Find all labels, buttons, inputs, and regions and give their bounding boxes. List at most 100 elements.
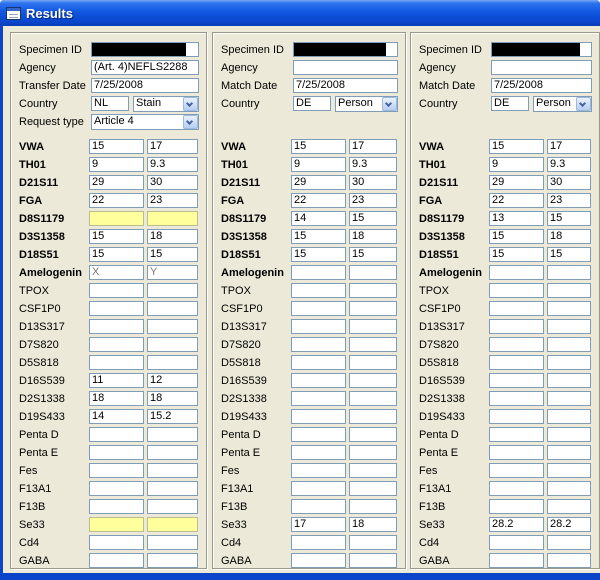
- allele-input[interactable]: [89, 283, 144, 298]
- allele-input[interactable]: [349, 481, 397, 496]
- country-type-combo[interactable]: Person: [533, 96, 592, 112]
- allele-input[interactable]: 18: [349, 229, 397, 244]
- specimen-id-input[interactable]: [293, 42, 398, 57]
- allele-input[interactable]: [291, 373, 346, 388]
- allele-input[interactable]: [147, 481, 198, 496]
- allele-input[interactable]: [147, 355, 198, 370]
- allele-input[interactable]: 15: [89, 247, 144, 262]
- allele-input[interactable]: [547, 427, 591, 442]
- allele-input[interactable]: [349, 283, 397, 298]
- allele-input[interactable]: 9.3: [547, 157, 591, 172]
- allele-input[interactable]: [489, 427, 544, 442]
- allele-input[interactable]: [349, 355, 397, 370]
- allele-input[interactable]: 29: [489, 175, 544, 190]
- allele-input[interactable]: [547, 319, 591, 334]
- allele-input[interactable]: [489, 553, 544, 568]
- allele-input[interactable]: 14: [291, 211, 346, 226]
- allele-input[interactable]: 15: [547, 211, 591, 226]
- allele-input[interactable]: [349, 337, 397, 352]
- allele-input[interactable]: 14: [89, 409, 144, 424]
- allele-input[interactable]: 15: [89, 229, 144, 244]
- allele-input[interactable]: [291, 265, 346, 280]
- allele-input[interactable]: [349, 499, 397, 514]
- specimen-id-input[interactable]: [91, 42, 199, 57]
- allele-input[interactable]: [547, 265, 591, 280]
- allele-input[interactable]: [89, 481, 144, 496]
- allele-input[interactable]: [547, 499, 591, 514]
- allele-input[interactable]: [89, 535, 144, 550]
- allele-input[interactable]: 15: [89, 139, 144, 154]
- allele-input[interactable]: 15: [489, 229, 544, 244]
- allele-input[interactable]: [291, 445, 346, 460]
- dropdown-button[interactable]: [183, 115, 198, 129]
- allele-input[interactable]: [147, 463, 198, 478]
- allele-input[interactable]: 22: [89, 193, 144, 208]
- allele-input[interactable]: [89, 427, 144, 442]
- allele-input[interactable]: [147, 553, 198, 568]
- allele-input[interactable]: [489, 535, 544, 550]
- allele-input[interactable]: 28.2: [547, 517, 591, 532]
- allele-input[interactable]: 17: [291, 517, 346, 532]
- allele-input[interactable]: [89, 355, 144, 370]
- allele-input[interactable]: [291, 391, 346, 406]
- allele-input[interactable]: [147, 337, 198, 352]
- allele-input[interactable]: 22: [489, 193, 544, 208]
- allele-input[interactable]: [489, 373, 544, 388]
- allele-input[interactable]: [349, 427, 397, 442]
- allele-input[interactable]: 13: [489, 211, 544, 226]
- allele-input[interactable]: 17: [349, 139, 397, 154]
- allele-input[interactable]: [291, 499, 346, 514]
- allele-input[interactable]: 11: [89, 373, 144, 388]
- allele-input[interactable]: [291, 355, 346, 370]
- allele-input[interactable]: 9: [89, 157, 144, 172]
- allele-input[interactable]: [147, 427, 198, 442]
- allele-input[interactable]: 15: [489, 247, 544, 262]
- allele-input[interactable]: 15.2: [147, 409, 198, 424]
- allele-input[interactable]: [489, 337, 544, 352]
- allele-input[interactable]: 18: [89, 391, 144, 406]
- allele-input[interactable]: [489, 355, 544, 370]
- allele-input[interactable]: [489, 481, 544, 496]
- title-bar[interactable]: Results: [0, 0, 600, 26]
- allele-input[interactable]: [291, 409, 346, 424]
- allele-input[interactable]: [547, 535, 591, 550]
- allele-input[interactable]: 17: [547, 139, 591, 154]
- request-type-combo[interactable]: Article 4: [91, 114, 199, 130]
- allele-input[interactable]: [349, 265, 397, 280]
- allele-input[interactable]: 18: [349, 517, 397, 532]
- allele-input[interactable]: [89, 553, 144, 568]
- allele-input[interactable]: [147, 211, 198, 226]
- allele-input[interactable]: [547, 481, 591, 496]
- allele-input[interactable]: 15: [291, 229, 346, 244]
- allele-input[interactable]: [489, 409, 544, 424]
- transfer-date-input[interactable]: 7/25/2008: [91, 78, 199, 93]
- allele-input[interactable]: 23: [147, 193, 198, 208]
- allele-input[interactable]: 15: [489, 139, 544, 154]
- allele-input[interactable]: [147, 445, 198, 460]
- allele-input[interactable]: [147, 301, 198, 316]
- allele-input[interactable]: [349, 553, 397, 568]
- country-type-combo[interactable]: Person: [335, 96, 398, 112]
- allele-input[interactable]: 15: [349, 247, 397, 262]
- allele-input[interactable]: [89, 211, 144, 226]
- allele-input[interactable]: [291, 301, 346, 316]
- country-code-input[interactable]: NL: [91, 96, 129, 111]
- allele-input[interactable]: [147, 499, 198, 514]
- allele-input[interactable]: [89, 301, 144, 316]
- allele-input[interactable]: Y: [147, 265, 198, 280]
- allele-input[interactable]: [547, 463, 591, 478]
- allele-input[interactable]: 12: [147, 373, 198, 388]
- allele-input[interactable]: [291, 427, 346, 442]
- allele-input[interactable]: [89, 463, 144, 478]
- allele-input[interactable]: [147, 535, 198, 550]
- allele-input[interactable]: 9: [291, 157, 346, 172]
- allele-input[interactable]: [349, 301, 397, 316]
- match-date-input[interactable]: 7/25/2008: [293, 78, 398, 93]
- country-code-input[interactable]: DE: [293, 96, 331, 111]
- allele-input[interactable]: [89, 337, 144, 352]
- allele-input[interactable]: 15: [349, 211, 397, 226]
- allele-input[interactable]: [547, 301, 591, 316]
- allele-input[interactable]: [291, 337, 346, 352]
- match-date-input[interactable]: 7/25/2008: [491, 78, 592, 93]
- allele-input[interactable]: [147, 517, 198, 532]
